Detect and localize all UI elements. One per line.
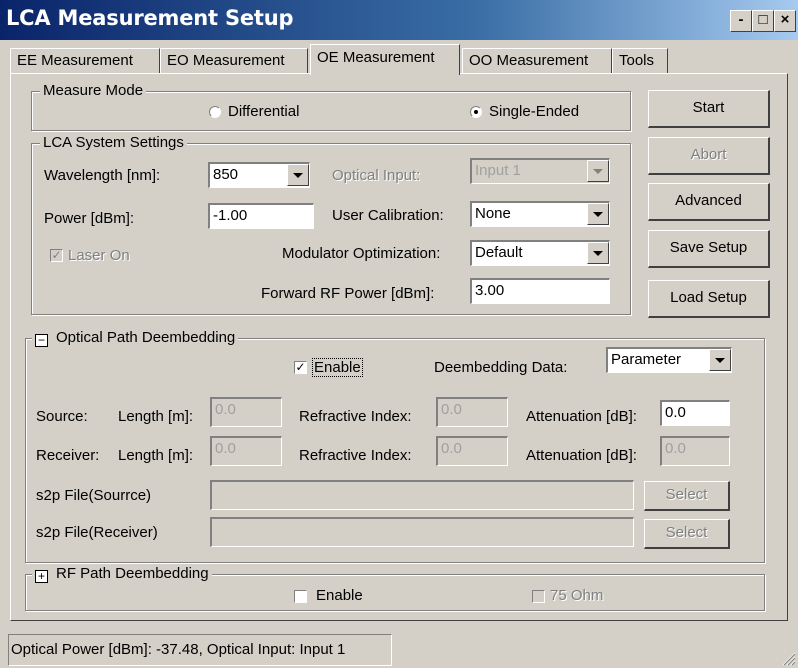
rf-enable-checkbox[interactable] [294,590,307,603]
optical-path-legend: − Optical Path Deembedding [32,329,239,347]
75-ohm-label[interactable]: 75 Ohm [550,587,603,604]
status-bar: Optical Power [dBm]: -37.48, Optical Inp… [0,633,798,668]
wavelength-label: Wavelength [nm]: [44,167,161,184]
chevron-down-icon[interactable] [587,160,609,182]
minimize-button[interactable]: - [730,10,752,32]
laser-on-checkbox[interactable]: ✓ [50,249,63,262]
chevron-down-icon[interactable] [709,349,731,371]
receiver-length-label: Length [m]: [118,447,194,464]
optical-path-legend-text: Optical Path Deembedding [56,329,236,346]
title-bar[interactable]: LCA Measurement Setup - □ × [0,0,798,40]
modulator-optimization-value: Default [475,244,523,261]
differential-label[interactable]: Differential [228,103,299,120]
source-length-label: Length [m]: [118,408,194,425]
source-label: Source: [36,408,88,425]
chevron-down-icon[interactable] [287,164,309,186]
chevron-down-icon[interactable] [587,242,609,264]
receiver-refractive-input[interactable]: 0.0 [436,436,508,466]
optical-input-select[interactable]: Input 1 [470,158,610,184]
lca-system-settings-legend: LCA System Settings [40,134,187,151]
save-setup-button[interactable]: Save Setup [648,230,770,268]
optical-path-deembedding-group: − Optical Path Deembedding ✓ Enable Deemb… [25,329,765,563]
receiver-attenuation-label: Attenuation [dB]: [526,447,637,464]
wavelength-select[interactable]: 850 [208,162,310,188]
chevron-down-icon[interactable] [587,203,609,225]
rf-path-legend-text: RF Path Deembedding [56,565,209,582]
window-title: LCA Measurement Setup [6,6,294,30]
deembedding-data-label: Deembedding Data: [434,359,568,376]
measure-mode-group: Measure Mode Differential Single-Ended [31,82,631,131]
resize-grip-icon[interactable] [780,650,796,666]
receiver-attenuation-input[interactable]: 0.0 [660,436,730,466]
user-calibration-select[interactable]: None [470,201,610,227]
start-button[interactable]: Start [648,90,770,128]
rf-enable-label[interactable]: Enable [316,587,363,604]
optical-enable-text: Enable [312,358,363,377]
optical-input-value: Input 1 [475,162,521,179]
tab-tools[interactable]: Tools [612,48,668,74]
s2p-receiver-select-button[interactable]: Select [644,519,730,549]
user-calibration-value: None [475,205,511,222]
s2p-source-select-button[interactable]: Select [644,481,730,511]
advanced-button[interactable]: Advanced [648,183,770,221]
receiver-length-input[interactable]: 0.0 [210,436,282,466]
75-ohm-checkbox[interactable] [532,590,545,603]
optical-enable-label[interactable]: Enable [312,358,363,377]
load-setup-button[interactable]: Load Setup [648,280,770,318]
tab-ee-measurement[interactable]: EE Measurement [10,48,160,74]
lca-system-settings-group: LCA System Settings Wavelength [nm]: 850… [31,134,631,315]
tab-oo-measurement[interactable]: OO Measurement [462,48,612,74]
rf-path-legend: + RF Path Deembedding [32,565,212,583]
user-calibration-label: User Calibration: [332,207,444,224]
measure-mode-legend: Measure Mode [40,82,147,99]
optical-input-label: Optical Input: [332,167,421,184]
expand-icon[interactable]: + [35,570,48,583]
forward-rf-power-input[interactable]: 3.00 [470,278,610,304]
differential-radio[interactable] [209,106,221,118]
source-attenuation-input[interactable]: 0.0 [660,400,730,426]
tab-eo-measurement[interactable]: EO Measurement [160,48,308,74]
single-ended-radio[interactable] [470,106,482,118]
laser-on-label[interactable]: Laser On [68,247,130,264]
modulator-optimization-label: Modulator Optimization: [282,245,441,262]
source-refractive-input[interactable]: 0.0 [436,397,508,427]
source-refractive-label: Refractive Index: [299,408,412,425]
abort-button[interactable]: Abort [648,137,770,175]
wavelength-value: 850 [213,166,239,183]
deembedding-data-select[interactable]: Parameter [606,347,732,373]
forward-rf-power-label: Forward RF Power [dBm]: [261,285,435,302]
s2p-source-path[interactable] [210,480,634,510]
collapse-icon[interactable]: − [35,334,48,347]
s2p-source-label: s2p File(Sourrce) [36,487,152,504]
source-attenuation-label: Attenuation [dB]: [526,408,637,425]
oe-measurement-panel: Measure Mode Differential Single-Ended L… [10,73,788,621]
optical-enable-checkbox[interactable]: ✓ [294,361,307,374]
lca-setup-window: LCA Measurement Setup - □ × EE Measureme… [0,0,798,668]
maximize-button[interactable]: □ [752,10,774,32]
receiver-refractive-label: Refractive Index: [299,447,412,464]
power-label: Power [dBm]: [44,210,135,227]
s2p-receiver-path[interactable] [210,517,634,547]
s2p-receiver-label: s2p File(Receiver) [36,524,158,541]
close-button[interactable]: × [774,10,796,32]
status-text: Optical Power [dBm]: -37.48, Optical Inp… [8,634,392,666]
power-input[interactable]: -1.00 [208,203,314,229]
single-ended-label[interactable]: Single-Ended [489,103,579,120]
rf-path-deembedding-group: + RF Path Deembedding Enable 75 Ohm [25,565,765,611]
receiver-label: Receiver: [36,447,100,464]
source-length-input[interactable]: 0.0 [210,397,282,427]
modulator-optimization-select[interactable]: Default [470,240,610,266]
deembedding-data-value: Parameter [611,351,682,368]
tab-oe-measurement[interactable]: OE Measurement [310,44,460,75]
